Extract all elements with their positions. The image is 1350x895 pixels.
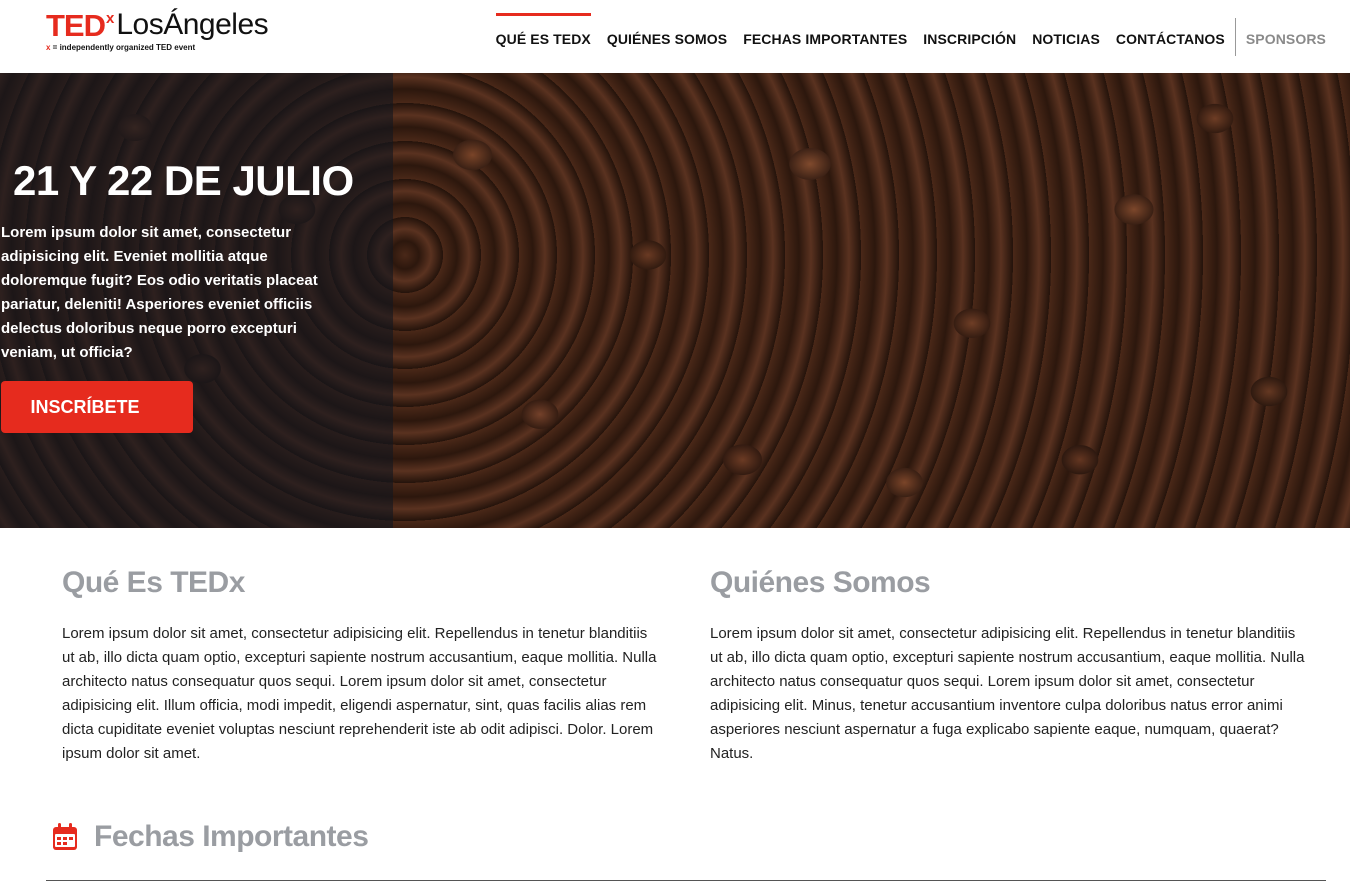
calendar-icon xyxy=(52,823,78,851)
nav-que-es-tedx[interactable]: Qué es TEDx xyxy=(495,12,592,47)
nav-fechas-importantes[interactable]: Fechas Importantes xyxy=(743,27,907,47)
about-title: Qué Es TEDx xyxy=(62,566,245,599)
nav-inscripcion[interactable]: Inscripción xyxy=(923,27,1016,47)
who-section: Quiénes Somos Lorem ipsum dolor sit amet… xyxy=(710,566,1310,766)
hero-banner: 21 Y 22 DE JULIO Lorem ipsum dolor sit a… xyxy=(0,73,1350,528)
nav-noticias[interactable]: Noticias xyxy=(1032,27,1100,47)
logo-tagline-text: = independently organized TED event xyxy=(50,43,196,52)
about-body: Lorem ipsum dolor sit amet, consectetur … xyxy=(62,625,657,762)
tedx-logo[interactable]: TED x LosÁngeles x = independently organ… xyxy=(46,8,269,53)
nav-contactanos[interactable]: Contáctanos xyxy=(1116,27,1225,47)
logo-x: x xyxy=(106,10,115,27)
section-divider xyxy=(46,880,1326,881)
main-nav: Qué es TEDx Quiénes somos Fechas Importa… xyxy=(480,0,1326,73)
who-body: Lorem ipsum dolor sit amet, consectetur … xyxy=(710,625,1305,762)
logo-ted: TED xyxy=(46,8,106,43)
who-title: Quiénes Somos xyxy=(710,566,931,599)
logo-tagline: x = independently organized TED event xyxy=(46,43,268,52)
nav-divider xyxy=(1234,17,1236,56)
hero-description: Lorem ipsum dolor sit amet, consectetur … xyxy=(1,224,318,361)
nav-sponsors[interactable]: Sponsors xyxy=(1246,27,1326,47)
logo-city: LosÁngeles xyxy=(116,8,269,41)
nav-quienes-somos[interactable]: Quiénes somos xyxy=(607,27,727,47)
about-section: Qué Es TEDx Lorem ipsum dolor sit amet, … xyxy=(62,566,662,766)
dates-heading: Fechas Importantes xyxy=(52,820,369,854)
dates-title: Fechas Importantes xyxy=(94,820,369,853)
hero-date: 21 Y 22 DE JULIO xyxy=(13,157,354,204)
site-header: TED x LosÁngeles x = independently organ… xyxy=(0,0,1350,73)
inscribete-button[interactable]: INSCRÍBETE xyxy=(1,381,193,433)
